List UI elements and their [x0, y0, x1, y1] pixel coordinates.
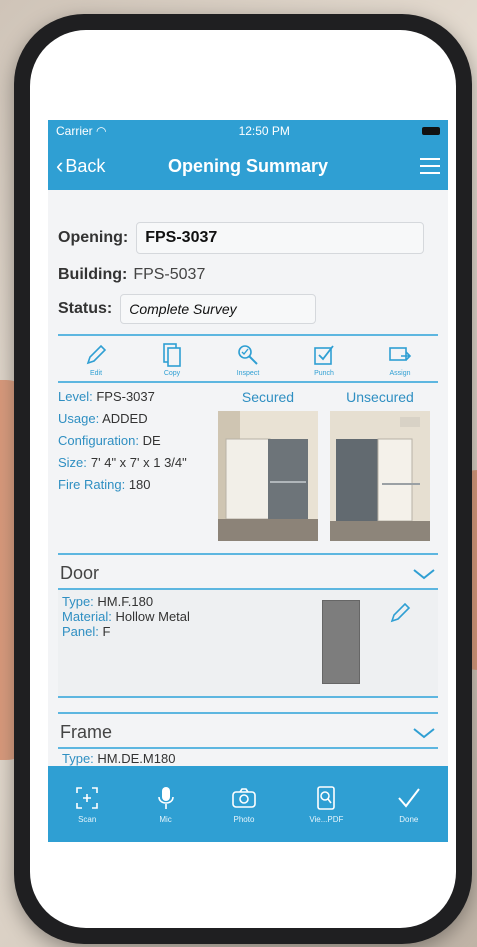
view-pdf-tab[interactable]: Vie...PDF — [309, 785, 343, 824]
punch-button[interactable]: Punch — [294, 342, 354, 377]
size-row: Size: 7' 4" x 7' x 1 3/4" — [58, 455, 187, 470]
usage-row: Usage: ADDED — [58, 411, 148, 426]
assign-icon — [389, 347, 412, 361]
level-row: Level: FPS-3037 — [58, 389, 155, 404]
status-bar: Carrier ◠ 12:50 PM — [48, 120, 448, 142]
door-material-row: Material: Hollow Metal — [62, 609, 190, 624]
building-row: Building: FPS-5037 — [58, 266, 438, 284]
status-label: Status: — [58, 300, 113, 317]
mic-icon — [157, 786, 174, 809]
photo-label: Photo — [233, 814, 255, 824]
view-pdf-label: Vie...PDF — [309, 814, 344, 824]
back-label: Back — [65, 155, 106, 176]
inspect-icon — [238, 345, 258, 365]
door-panel-row: Panel: F — [62, 624, 111, 639]
opening-field[interactable]: FPS-3037 — [136, 222, 425, 254]
door-details: Type: HM.F.180 Material: Hollow Metal Pa… — [58, 590, 438, 698]
bottom-tab-bar: Scan Mic Photo Vie...PDF Done — [48, 766, 448, 842]
pdf-icon — [317, 785, 336, 810]
fire-rating-row: Fire Rating: 180 — [58, 477, 151, 492]
scan-icon — [76, 786, 98, 809]
inspect-button[interactable]: Inspect — [218, 342, 278, 377]
camera-icon — [232, 787, 256, 808]
scan-tab[interactable]: Scan — [74, 785, 100, 824]
time-label: 12:50 PM — [238, 124, 290, 138]
carrier-label: Carrier ◠ — [56, 124, 107, 138]
nav-bar: ‹ Back Opening Summary — [48, 142, 448, 190]
done-tab[interactable]: Done — [396, 785, 422, 824]
status-field[interactable]: Complete Survey — [120, 294, 317, 324]
battery-icon — [422, 127, 440, 135]
secured-photo-col: Secured — [218, 389, 318, 541]
secured-caption: Secured — [241, 389, 295, 405]
hamburger-menu-icon[interactable] — [420, 158, 440, 174]
building-value: FPS-5037 — [133, 266, 206, 283]
door-thumbnail — [322, 600, 360, 684]
punch-label: Punch — [314, 370, 334, 377]
frame-section-title: Frame — [60, 722, 113, 742]
chevron-down-icon — [413, 727, 435, 738]
wifi-icon: ◠ — [96, 124, 107, 138]
door-type-row: Type: HM.F.180 — [62, 594, 154, 609]
copy-button[interactable]: Copy — [142, 342, 202, 377]
copy-label: Copy — [163, 370, 181, 377]
unsecured-caption: Unsecured — [346, 389, 414, 405]
mic-tab[interactable]: Mic — [153, 785, 179, 824]
info-list: Level: FPS-3037 Usage: ADDED Configurati… — [58, 389, 218, 541]
configuration-row: Configuration: DE — [58, 433, 161, 448]
edit-button[interactable]: Edit — [66, 342, 126, 377]
opening-info: Level: FPS-3037 Usage: ADDED Configurati… — [58, 389, 438, 541]
assign-label: Assign — [389, 370, 411, 377]
scan-label: Scan — [78, 814, 97, 824]
secured-photo[interactable] — [218, 411, 318, 541]
done-label: Done — [399, 814, 419, 824]
assign-button[interactable]: Assign — [370, 342, 430, 377]
inspect-label: Inspect — [236, 370, 260, 377]
action-toolbar: Edit Copy Inspect Punch Assign — [58, 334, 438, 383]
app-screen: Carrier ◠ 12:50 PM ‹ Back Opening Summar… — [48, 120, 448, 842]
chevron-down-icon — [413, 568, 435, 579]
frame-section-header[interactable]: Frame — [58, 712, 438, 749]
mic-label: Mic — [159, 814, 172, 824]
pencil-icon[interactable] — [388, 600, 412, 624]
photo-gallery: Secured Unsecured — [218, 389, 430, 541]
chevron-left-icon: ‹ — [56, 153, 64, 178]
unsecured-photo-col: Unsecured — [330, 389, 430, 541]
building-label: Building: — [58, 266, 128, 283]
opening-label: Opening: — [58, 229, 129, 246]
check-icon — [398, 787, 420, 808]
copy-icon — [163, 343, 181, 367]
page-title: Opening Summary — [167, 155, 329, 176]
pencil-icon — [86, 344, 107, 365]
edit-label: Edit — [89, 370, 103, 377]
door-section-header[interactable]: Door — [58, 553, 438, 590]
back-button[interactable]: ‹ Back — [56, 155, 105, 177]
opening-row: Opening: FPS-3037 — [58, 222, 438, 254]
punch-icon — [314, 345, 334, 365]
unsecured-photo[interactable] — [330, 411, 430, 541]
door-section-title: Door — [60, 563, 100, 583]
status-row: Status: Complete Survey — [58, 294, 438, 324]
photo-tab[interactable]: Photo — [231, 785, 257, 824]
